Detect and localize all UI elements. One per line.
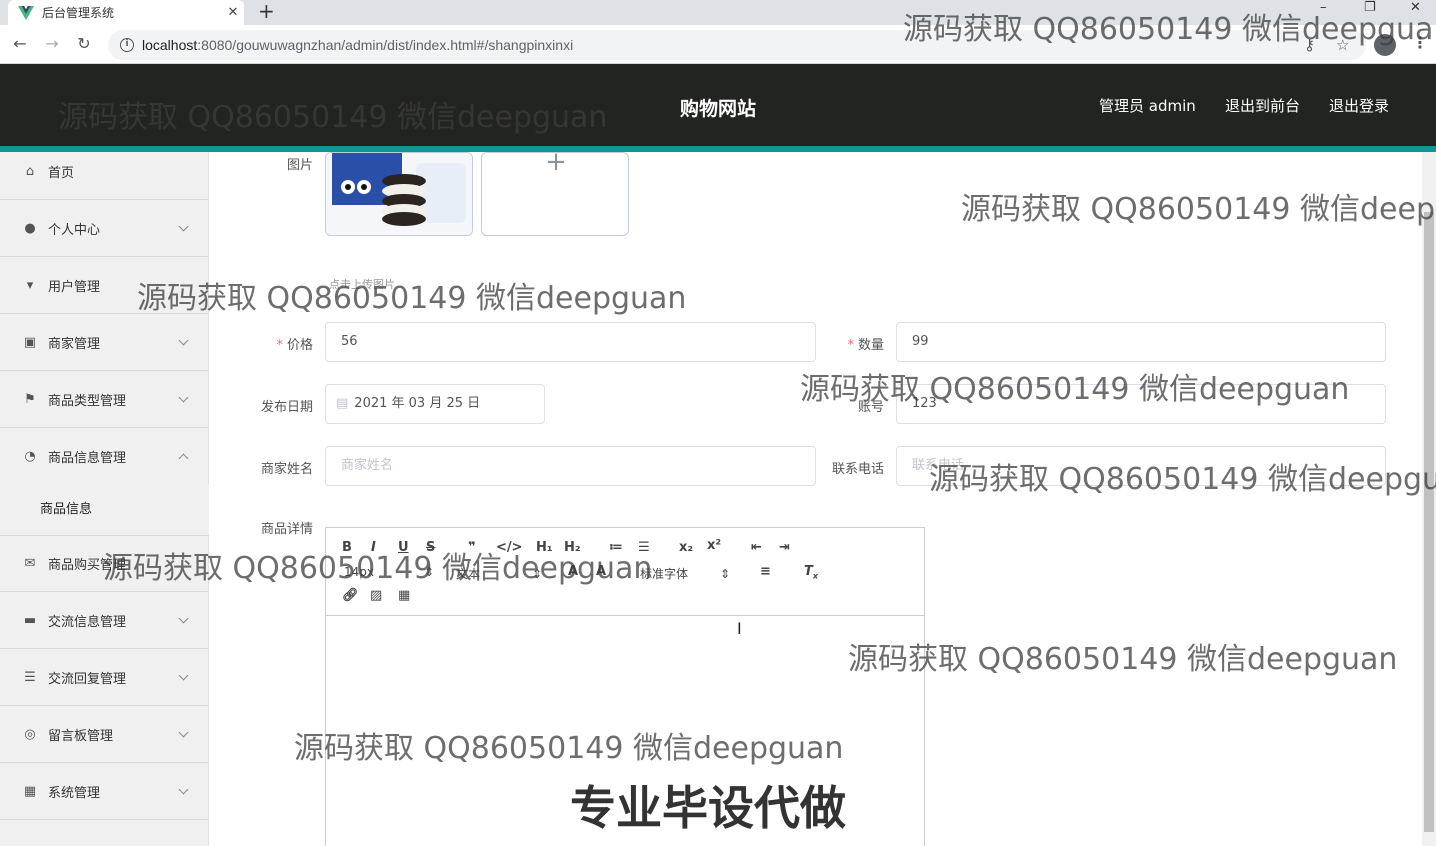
sidebar-item-label: 个人中心: [48, 223, 101, 238]
watermark: 源码获取 QQ86050149 微信deepguan: [103, 551, 653, 586]
sidebar-item-exchange-info-management[interactable]: ▬ 交流信息管理: [0, 593, 209, 649]
tab-title: 后台管理系统: [42, 6, 115, 20]
sidebar-item-exchange-reply-management[interactable]: ☰ 交流回复管理: [0, 650, 209, 706]
quantity-label: * 数量: [847, 338, 884, 353]
publish-date-picker[interactable]: ▤ 2021 年 03 月 25 日: [325, 384, 545, 424]
subscript-icon[interactable]: x₂: [679, 540, 693, 555]
sidebar-item-product-info-management[interactable]: ◔ 商品信息管理: [0, 429, 209, 485]
sidebar-item-label: 商品类型管理: [48, 394, 127, 409]
plus-icon: +: [545, 152, 567, 177]
forward-icon[interactable]: →: [42, 34, 62, 53]
sidebar-item-label: 系统管理: [48, 786, 101, 801]
watermark: 源码获取 QQ86050149 微信deepguan: [58, 100, 608, 135]
publish-date-label: 发布日期: [260, 400, 313, 415]
sidebar-item-label: 用户管理: [48, 280, 101, 295]
scrollbar-thumb[interactable]: [1424, 212, 1434, 832]
upload-picture-button[interactable]: +: [481, 152, 629, 236]
sidebar-item-label: 商品信息管理: [48, 451, 127, 466]
publish-date-value: 2021 年 03 月 25 日: [354, 396, 481, 411]
uploaded-picture[interactable]: [325, 152, 473, 236]
chevron-down-icon: [178, 727, 189, 738]
sidebar-item-system-management[interactable]: ▦ 系统管理: [0, 764, 209, 820]
new-tab-icon[interactable]: +: [258, 0, 275, 22]
gauge-icon: ◔: [24, 448, 36, 464]
sidebar-item-label: 交流信息管理: [48, 615, 127, 630]
home-icon: ⌂: [25, 163, 35, 179]
superscript-icon[interactable]: x²: [707, 538, 721, 553]
flag-icon: ⚑: [24, 391, 36, 407]
watermark: 源码获取 QQ86050149 微信deepguan: [961, 192, 1436, 227]
price-label: * 价格: [276, 338, 313, 353]
calendar-icon: ▤: [336, 396, 349, 411]
chevron-down-icon: [178, 335, 189, 346]
sidebar-item-message-board-management[interactable]: ◎ 留言板管理: [0, 707, 209, 763]
chevron-down-icon: [178, 784, 189, 795]
product-image: [326, 153, 472, 235]
tab-close-icon[interactable]: ✕: [222, 5, 244, 20]
merchant-name-input[interactable]: 商家姓名: [325, 446, 816, 486]
chevron-down-icon: [178, 613, 189, 624]
indent-icon[interactable]: ⇥: [779, 540, 790, 555]
promo-watermark: 专业毕设代做: [570, 781, 846, 835]
sidebar-item-home[interactable]: ⌂ 首页: [0, 144, 209, 200]
logout-link[interactable]: 退出登录: [1329, 95, 1389, 116]
align-icon[interactable]: ≡: [760, 564, 771, 579]
outdent-icon[interactable]: ⇤: [751, 540, 762, 555]
browser-tab[interactable]: 后台管理系统 ✕: [8, 0, 244, 25]
admin-label: 管理员 admin: [1099, 97, 1196, 115]
back-icon[interactable]: ←: [10, 34, 30, 53]
text-cursor-icon: I: [737, 619, 742, 638]
back-to-front-link[interactable]: 退出到前台: [1225, 95, 1300, 116]
user-icon: ●: [24, 220, 36, 236]
url-text: localhost:8080/gouwuwagnzhan/admin/dist/…: [142, 37, 574, 53]
sidebar-item-product-type-management[interactable]: ⚑ 商品类型管理: [0, 372, 209, 428]
image-icon[interactable]: ▨: [370, 588, 382, 603]
watermark: 源码获取 QQ86050149 微信deepguan: [294, 731, 844, 766]
watermark: 源码获取 QQ86050149 微信deepguan: [137, 281, 687, 316]
detail-label: 商品详情: [260, 522, 313, 537]
chevron-down-icon: [178, 221, 189, 232]
vue-logo-icon: [18, 5, 34, 20]
link-icon[interactable]: 🔗︎: [342, 588, 359, 603]
sidebar-item-label: 交流回复管理: [48, 672, 127, 687]
price-input[interactable]: 56: [325, 322, 816, 362]
sliders-icon: ☰: [24, 669, 36, 685]
quantity-input[interactable]: 99: [896, 322, 1386, 362]
message-icon: ▬: [23, 612, 37, 628]
sidebar-item-label: 首页: [48, 166, 75, 181]
sidebar-subitem-product-info[interactable]: 商品信息: [0, 484, 209, 536]
user-manage-icon: ▾: [26, 277, 34, 293]
phone-label: 联系电话: [831, 462, 884, 477]
sidebar-item-personal-center[interactable]: ● 个人中心: [0, 201, 209, 257]
sidebar: ⌂ 首页 ● 个人中心 ▾ 用户管理 ▣ 商家管理 ⚑ 商品类型管理 ◔ 商品信…: [0, 152, 209, 846]
chevron-down-icon: [178, 670, 189, 681]
sidebar-item-merchant-management[interactable]: ▣ 商家管理: [0, 315, 209, 371]
sidebar-item-label: 留言板管理: [48, 729, 114, 744]
grid-icon: ▦: [23, 783, 37, 799]
merchant-name-label: 商家姓名: [260, 462, 313, 477]
reload-icon[interactable]: ↻: [74, 34, 94, 53]
watermark: 源码获取 QQ86050149 微信deepguan: [848, 642, 1398, 677]
watermark: 源码获取 QQ86050149 微信deepguan: [800, 372, 1350, 407]
video-icon[interactable]: ▦: [398, 588, 410, 603]
clear-format-icon[interactable]: Tx: [804, 564, 818, 581]
sidebar-item-label: 商家管理: [48, 337, 101, 352]
font-family-select[interactable]: 标准字体 ⇕: [640, 565, 730, 582]
watermark: 源码获取 QQ86050149 微信deepguan: [929, 462, 1436, 497]
info-icon[interactable]: i: [120, 38, 134, 52]
wallet-icon: ▣: [23, 334, 37, 350]
lifebuoy-icon: ◎: [24, 726, 36, 742]
watermark: 源码获取 QQ86050149 微信deepguan: [903, 12, 1436, 47]
picture-label: 图片: [286, 158, 313, 173]
chevron-down-icon: [178, 392, 189, 403]
mail-icon: ✉: [24, 555, 36, 571]
page-scrollbar[interactable]: [1422, 152, 1436, 846]
chevron-up-icon: [178, 453, 189, 464]
